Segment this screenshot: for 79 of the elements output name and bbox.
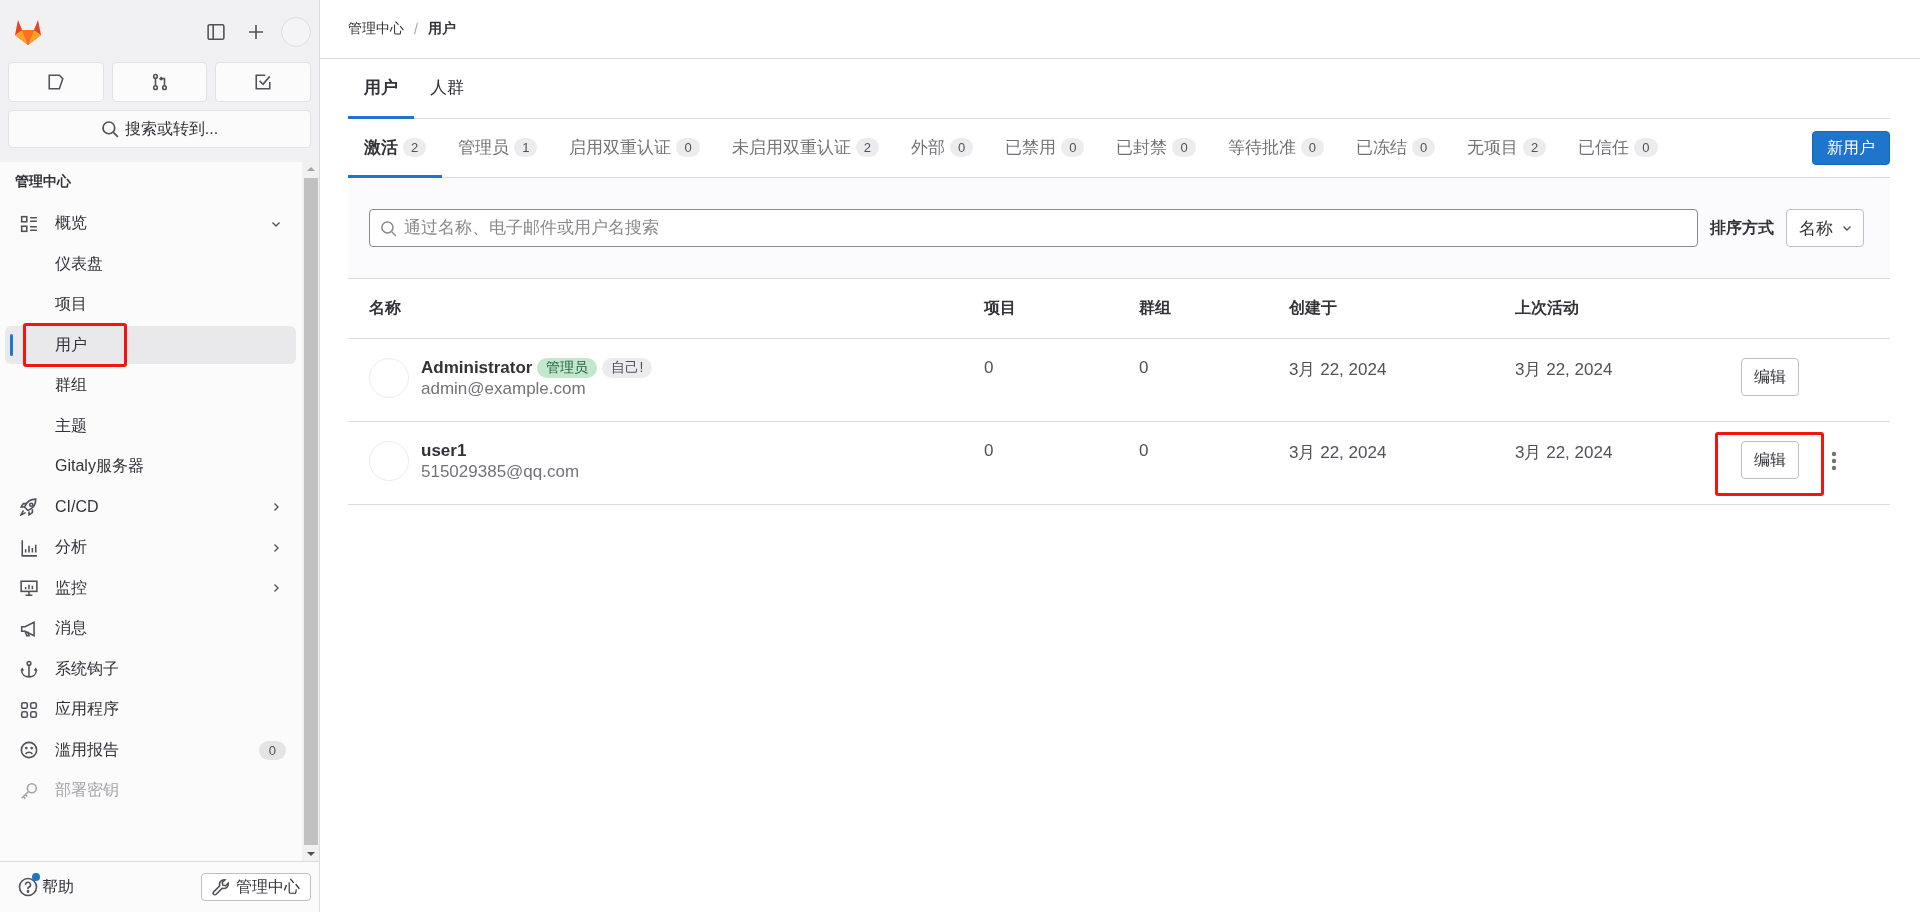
- nav-item[interactable]: 消息: [5, 609, 296, 648]
- user-email: 515029385@qq.com: [421, 462, 580, 482]
- filter-label: 等待批准: [1227, 136, 1296, 159]
- table-cell: 0: [984, 422, 1139, 505]
- filter-label: 已冻结: [1355, 136, 1407, 159]
- sort-dropdown[interactable]: 名称: [1786, 209, 1864, 247]
- count-badge: 2: [855, 137, 879, 157]
- filter-tab[interactable]: 已信任 0: [1562, 119, 1674, 178]
- count-badge: 0: [1300, 137, 1324, 157]
- admin-button[interactable]: 管理中心: [201, 873, 311, 901]
- breadcrumb-link[interactable]: 用户: [427, 20, 456, 38]
- count-badge: 1: [514, 137, 538, 157]
- nav-item[interactable]: 概览: [5, 204, 296, 243]
- edit-button[interactable]: 编辑: [1741, 441, 1799, 479]
- filter-tab[interactable]: 已禁用 0: [989, 119, 1101, 178]
- filter-label: 启用双重认证: [569, 136, 672, 159]
- column-header: 群组: [1139, 279, 1289, 339]
- new-user-button[interactable]: 新用户: [1812, 131, 1890, 165]
- table-cell: 0: [984, 339, 1139, 422]
- breadcrumb-separator: /: [414, 21, 418, 37]
- filter-label: 未启用双重认证: [731, 136, 851, 159]
- help-link[interactable]: 帮助: [42, 876, 74, 898]
- filter-label: 已禁用: [1005, 136, 1057, 159]
- count-badge: 0: [1411, 137, 1436, 157]
- section-title: 管理中心: [14, 172, 72, 191]
- filter-label: 外部: [910, 136, 945, 159]
- filter-label: 已信任: [1578, 136, 1630, 159]
- user-name[interactable]: user1: [421, 441, 467, 461]
- filter-tab[interactable]: 未启用双重认证 2: [715, 119, 895, 178]
- nav-subitem[interactable]: 项目: [5, 285, 296, 324]
- column-header: 创建于: [1289, 279, 1515, 339]
- role-badge: 自己!: [602, 358, 653, 378]
- count-badge: 0: [1172, 137, 1196, 157]
- table-cell: 3月 22, 2024: [1289, 339, 1515, 422]
- breadcrumb-link[interactable]: 管理中心: [348, 20, 404, 38]
- filter-tab[interactable]: 管理员 1: [442, 119, 554, 178]
- filter-tab[interactable]: 等待批准 0: [1211, 119, 1340, 178]
- filter-tab[interactable]: 无项目 2: [1451, 119, 1563, 178]
- filter-tab[interactable]: 外部 0: [894, 119, 990, 178]
- filter-tab[interactable]: 已冻结 0: [1339, 119, 1452, 178]
- nav-item[interactable]: 滥用报告 0: [5, 731, 296, 769]
- tab[interactable]: 用户: [348, 59, 414, 119]
- table-cell: 3月 22, 2024: [1289, 422, 1515, 505]
- table-cell: 0: [1139, 422, 1289, 505]
- nav-item[interactable]: 监控: [5, 569, 296, 607]
- filter-label: 管理员: [458, 136, 510, 159]
- edit-button[interactable]: 编辑: [1741, 358, 1799, 396]
- role-badge: 管理员: [537, 358, 598, 378]
- filter-tab[interactable]: 已封禁 0: [1100, 119, 1212, 178]
- nav-subitem[interactable]: 主题: [5, 407, 296, 445]
- count-badge: 2: [403, 137, 427, 157]
- count-badge: 0: [949, 137, 974, 157]
- count-badge: 0: [676, 137, 700, 157]
- nav-subitem[interactable]: Gitaly服务器: [5, 447, 296, 486]
- sort-label: 排序方式: [1710, 217, 1774, 238]
- search-field[interactable]: 通过名称、电子邮件或用户名搜索: [369, 209, 1698, 247]
- filter-label: 激活: [364, 136, 398, 159]
- count-badge: 2: [1523, 137, 1547, 157]
- column-header: 项目: [984, 279, 1139, 339]
- search-button[interactable]: 搜索或转到...: [8, 110, 311, 148]
- user-email: admin@example.com: [421, 379, 587, 399]
- nav-item[interactable]: CI/CD: [5, 488, 296, 526]
- nav-subitem[interactable]: 用户: [5, 326, 296, 364]
- filter-tab[interactable]: 启用双重认证 0: [553, 119, 716, 178]
- tab[interactable]: 人群: [414, 59, 480, 119]
- count-badge: 0: [258, 740, 286, 760]
- user-name[interactable]: Administrator: [421, 358, 533, 378]
- column-header: 上次活动: [1515, 279, 1741, 339]
- nav-item[interactable]: 分析: [5, 528, 296, 567]
- count-badge: 0: [1061, 137, 1085, 157]
- nav-subitem[interactable]: 仪表盘: [5, 245, 296, 283]
- table-cell: 0: [1139, 339, 1289, 422]
- count-badge: 0: [1634, 137, 1658, 157]
- nav-item[interactable]: 应用程序: [5, 690, 296, 729]
- filter-label: 无项目: [1467, 136, 1519, 159]
- nav-item[interactable]: 系统钩子: [5, 650, 296, 688]
- filter-label: 已封禁: [1116, 136, 1168, 159]
- nav-subitem[interactable]: 群组: [5, 366, 296, 405]
- column-header: 名称: [348, 279, 984, 339]
